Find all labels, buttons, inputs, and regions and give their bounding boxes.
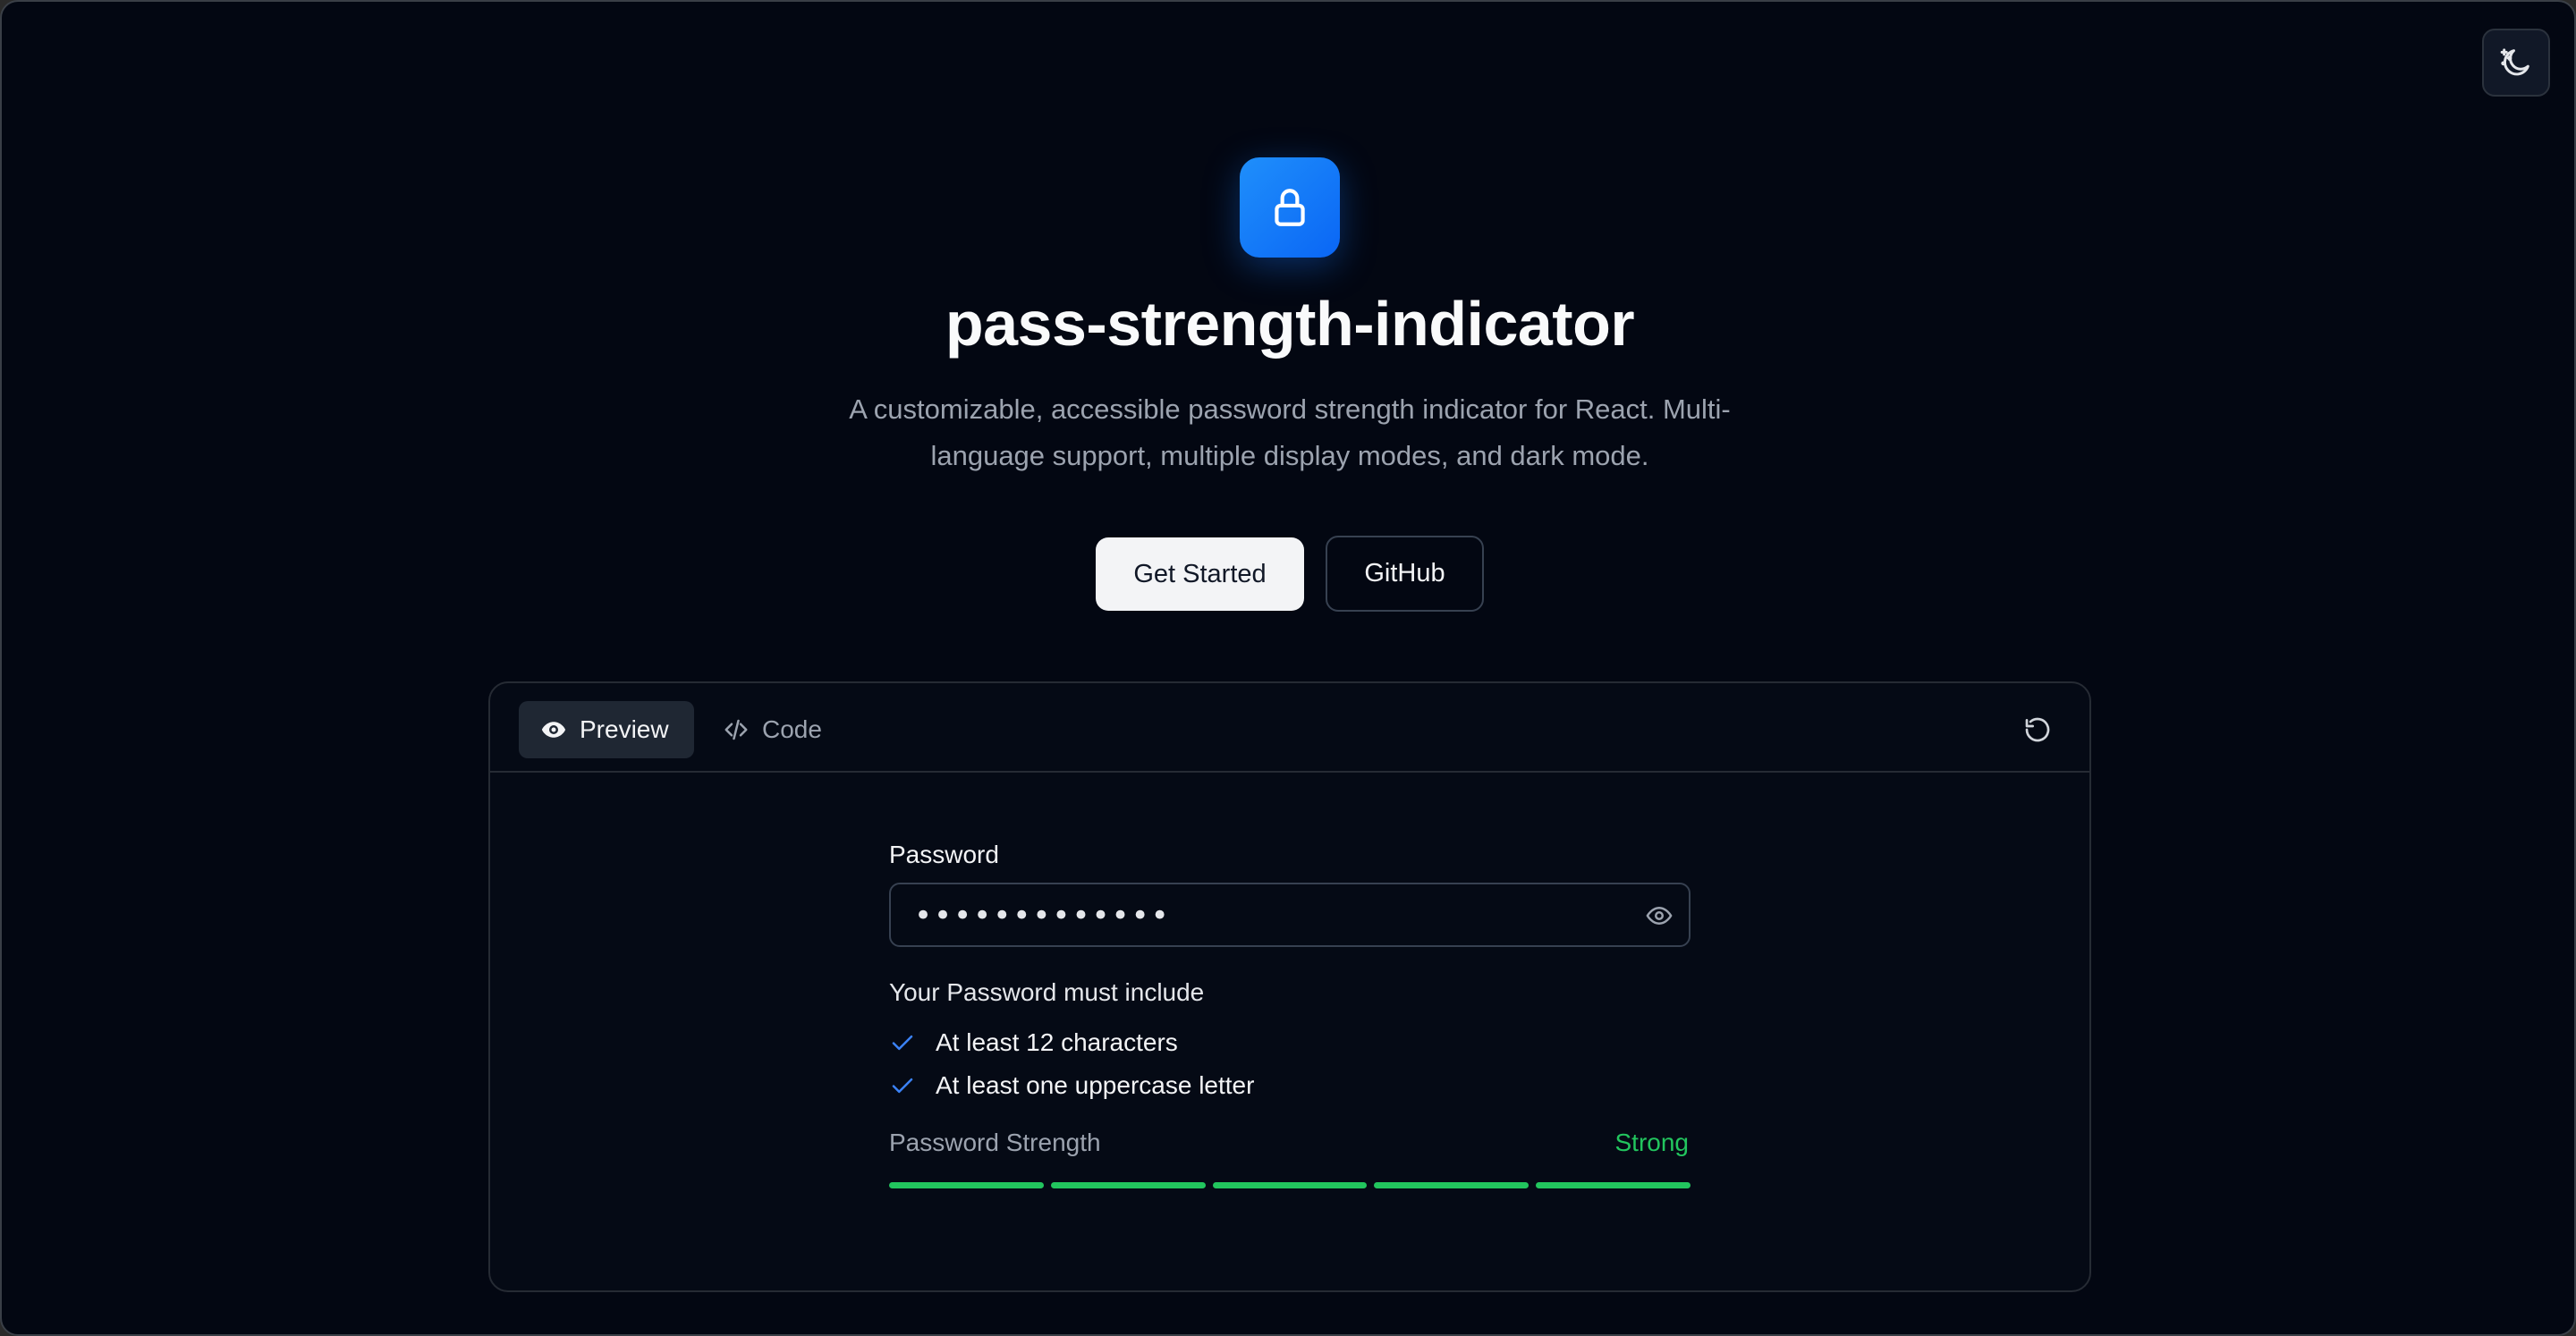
toggle-password-visibility-button[interactable] xyxy=(1642,899,1676,933)
password-label: Password xyxy=(889,841,999,868)
requirement-text: At least one uppercase letter xyxy=(936,1071,1255,1099)
eye-icon xyxy=(1646,907,1673,925)
strength-segment xyxy=(1212,1182,1368,1188)
page-title: pass-strength-indicator xyxy=(945,289,1635,359)
strength-segment xyxy=(1050,1182,1206,1188)
app-window: pass-strength-indicator A customizable, … xyxy=(0,0,2576,1336)
requirement-item: At least 12 characters xyxy=(889,1025,1178,1061)
moon-stars-icon xyxy=(2500,48,2529,76)
strength-label: Password Strength xyxy=(889,1129,1101,1156)
requirement-text: At least 12 characters xyxy=(936,1028,1178,1056)
strength-segment xyxy=(1536,1182,1690,1188)
tab-preview-label: Preview xyxy=(580,715,669,743)
code-icon xyxy=(723,716,750,743)
tab-code-label: Code xyxy=(762,715,822,743)
password-value: ••••••••••••• xyxy=(914,898,1171,934)
strength-segment xyxy=(889,1182,1044,1188)
page-subtitle: A customizable, accessible password stre… xyxy=(849,393,1731,471)
theme-toggle-button[interactable] xyxy=(2482,29,2550,97)
github-button[interactable]: GitHub xyxy=(1326,536,1484,612)
tab-preview[interactable]: Preview xyxy=(519,701,694,758)
password-input[interactable]: ••••••••••••• xyxy=(889,883,1690,947)
demo-panel: Preview Code Password ••••••••••••• Your… xyxy=(488,681,2091,1292)
eye-icon xyxy=(540,716,567,743)
strength-segment xyxy=(1374,1182,1530,1188)
requirements-title: Your Password must include xyxy=(889,978,1205,1006)
demo-panel-header: Preview Code xyxy=(490,683,2089,773)
requirement-item: At least one uppercase letter xyxy=(889,1068,1254,1103)
reset-button[interactable] xyxy=(2018,710,2057,749)
strength-meter xyxy=(889,1182,1690,1189)
check-icon xyxy=(889,1029,916,1056)
logo xyxy=(1240,157,1340,258)
lock-icon xyxy=(1275,189,1305,226)
get-started-button[interactable]: Get Started xyxy=(1096,537,1304,611)
strength-value: Strong xyxy=(1614,1129,1690,1156)
refresh-icon xyxy=(2025,717,2050,742)
check-icon xyxy=(889,1072,916,1099)
tab-code[interactable]: Code xyxy=(723,701,848,758)
